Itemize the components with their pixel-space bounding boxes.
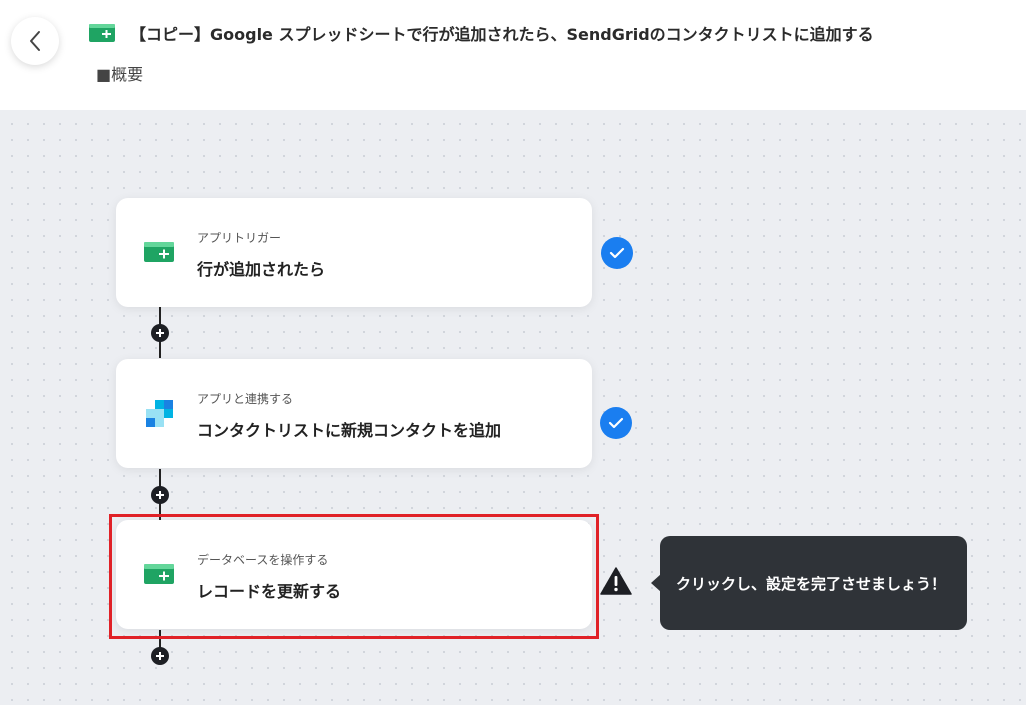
summary-heading: ■概要	[96, 65, 144, 84]
tooltip-text: クリックし、設定を完了させましょう！	[676, 574, 947, 593]
page-title: 【コピー】Google スプレッドシートで行が追加されたら、SendGridのコ…	[130, 25, 874, 44]
back-button[interactable]	[11, 17, 59, 65]
google-sheets-icon	[144, 242, 174, 262]
plus-icon	[156, 491, 164, 499]
step-type-label: アプリと連携する	[197, 392, 294, 406]
step-action-label: コンタクトリストに新規コンタクトを追加	[197, 421, 502, 440]
check-icon	[609, 247, 625, 259]
check-icon	[608, 417, 624, 429]
plus-icon	[156, 329, 164, 337]
add-step-button[interactable]	[151, 647, 169, 665]
complete-status-icon	[601, 237, 633, 269]
sendgrid-icon	[146, 400, 173, 427]
add-step-button[interactable]	[151, 324, 169, 342]
flow-step-card[interactable]: アプリトリガー 行が追加されたら	[116, 198, 592, 307]
step-type-label: アプリトリガー	[197, 231, 282, 245]
warning-icon	[600, 567, 632, 595]
add-step-button[interactable]	[151, 486, 169, 504]
step-action-label: 行が追加されたら	[197, 260, 326, 279]
plus-icon	[156, 652, 164, 660]
setup-tooltip: クリックし、設定を完了させましょう！	[660, 536, 967, 630]
complete-status-icon	[600, 407, 632, 439]
google-sheets-icon	[89, 24, 115, 42]
flow-step-card[interactable]: アプリと連携する コンタクトリストに新規コンタクトを追加	[116, 359, 592, 468]
header: 【コピー】Google スプレッドシートで行が追加されたら、SendGridのコ…	[0, 0, 1026, 110]
summary-fade	[90, 86, 940, 94]
chevron-left-icon	[30, 31, 40, 51]
incomplete-step-highlight	[109, 514, 599, 639]
